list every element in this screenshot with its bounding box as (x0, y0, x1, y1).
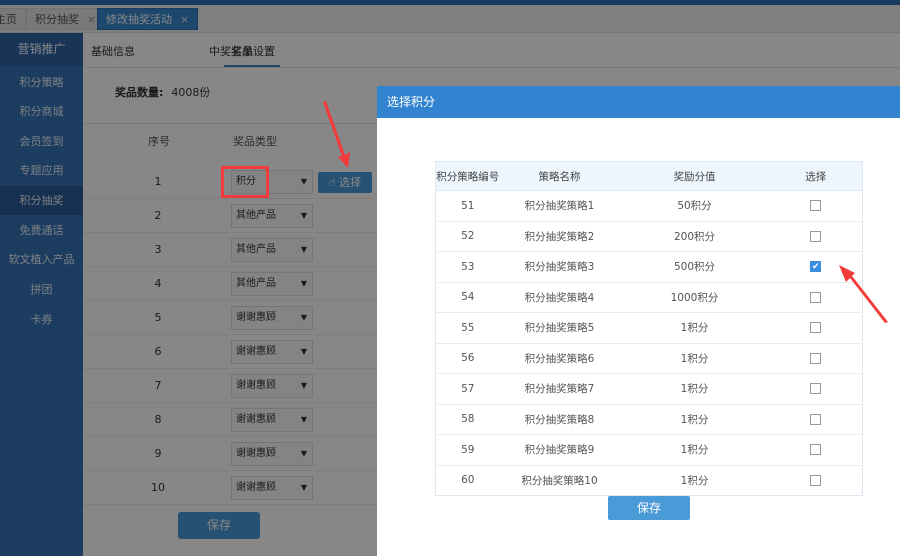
reward-value: 500积分 (619, 251, 770, 282)
strategy-name: 积分抽奖策略6 (499, 342, 620, 374)
strategy-name: 积分抽奖策略3 (499, 251, 620, 282)
table-row: 53 积分抽奖策略3 500积分 ✔ (435, 251, 863, 282)
strategy-id: 52 (435, 220, 500, 252)
reward-value: 200积分 (619, 220, 770, 252)
table-row: 52 积分抽奖策略2 200积分 (435, 220, 863, 252)
reward-value: 1积分 (619, 312, 770, 343)
select-checkbox[interactable] (810, 474, 822, 486)
select-checkbox[interactable] (810, 383, 822, 395)
table-row: 51 积分抽奖策略1 50积分 (435, 190, 863, 221)
strategy-name: 积分抽奖策略2 (499, 220, 620, 252)
select-checkbox[interactable] (810, 200, 822, 212)
dialog-title: 选择积分 (377, 86, 900, 118)
reward-value: 1000积分 (619, 281, 770, 313)
select-checkbox[interactable] (810, 230, 822, 242)
reward-value: 1积分 (619, 342, 770, 374)
select-points-dialog: 选择积分 积分策略编号 策略名称 奖励分值 选择 51 积分抽奖策略1 50积分… (377, 86, 900, 556)
highlight-box (221, 166, 269, 198)
strategy-id: 56 (435, 342, 500, 374)
col-header: 策略名称 (499, 161, 620, 191)
table-row: 60 积分抽奖策略10 1积分 (435, 464, 863, 496)
strategy-id: 54 (435, 281, 500, 313)
reward-value: 50积分 (619, 190, 770, 221)
strategy-id: 59 (435, 434, 500, 465)
table-row: 59 积分抽奖策略9 1积分 (435, 434, 863, 465)
select-checkbox[interactable]: ✔ (810, 261, 822, 273)
col-header: 奖励分值 (619, 161, 770, 191)
strategy-name: 积分抽奖策略10 (499, 464, 620, 496)
strategy-id: 55 (435, 312, 500, 343)
strategy-name: 积分抽奖策略8 (499, 403, 620, 435)
strategy-id: 60 (435, 464, 500, 496)
strategy-id: 58 (435, 403, 500, 435)
table-row: 57 积分抽奖策略7 1积分 (435, 373, 863, 404)
select-checkbox[interactable] (810, 322, 822, 334)
table-row: 56 积分抽奖策略6 1积分 (435, 342, 863, 374)
table-row: 54 积分抽奖策略4 1000积分 (435, 281, 863, 313)
strategy-id: 57 (435, 373, 500, 404)
strategy-name: 积分抽奖策略4 (499, 281, 620, 313)
strategy-id: 53 (435, 251, 500, 282)
select-checkbox[interactable] (810, 444, 822, 456)
select-checkbox[interactable] (810, 413, 822, 425)
strategy-name: 积分抽奖策略9 (499, 434, 620, 465)
select-checkbox[interactable] (810, 291, 822, 303)
dialog-save-button[interactable]: 保存 (608, 496, 690, 520)
col-header: 积分策略编号 (435, 161, 500, 191)
strategy-name: 积分抽奖策略7 (499, 373, 620, 404)
col-header: 选择 (769, 161, 863, 191)
reward-value: 1积分 (619, 434, 770, 465)
points-table: 积分策略编号 策略名称 奖励分值 选择 51 积分抽奖策略1 50积分 52 积… (435, 161, 863, 496)
reward-value: 1积分 (619, 464, 770, 496)
table-row: 58 积分抽奖策略8 1积分 (435, 403, 863, 435)
table-row: 55 积分抽奖策略5 1积分 (435, 312, 863, 343)
reward-value: 1积分 (619, 373, 770, 404)
strategy-name: 积分抽奖策略1 (499, 190, 620, 221)
strategy-id: 51 (435, 190, 500, 221)
select-checkbox[interactable] (810, 352, 822, 364)
reward-value: 1积分 (619, 403, 770, 435)
strategy-name: 积分抽奖策略5 (499, 312, 620, 343)
